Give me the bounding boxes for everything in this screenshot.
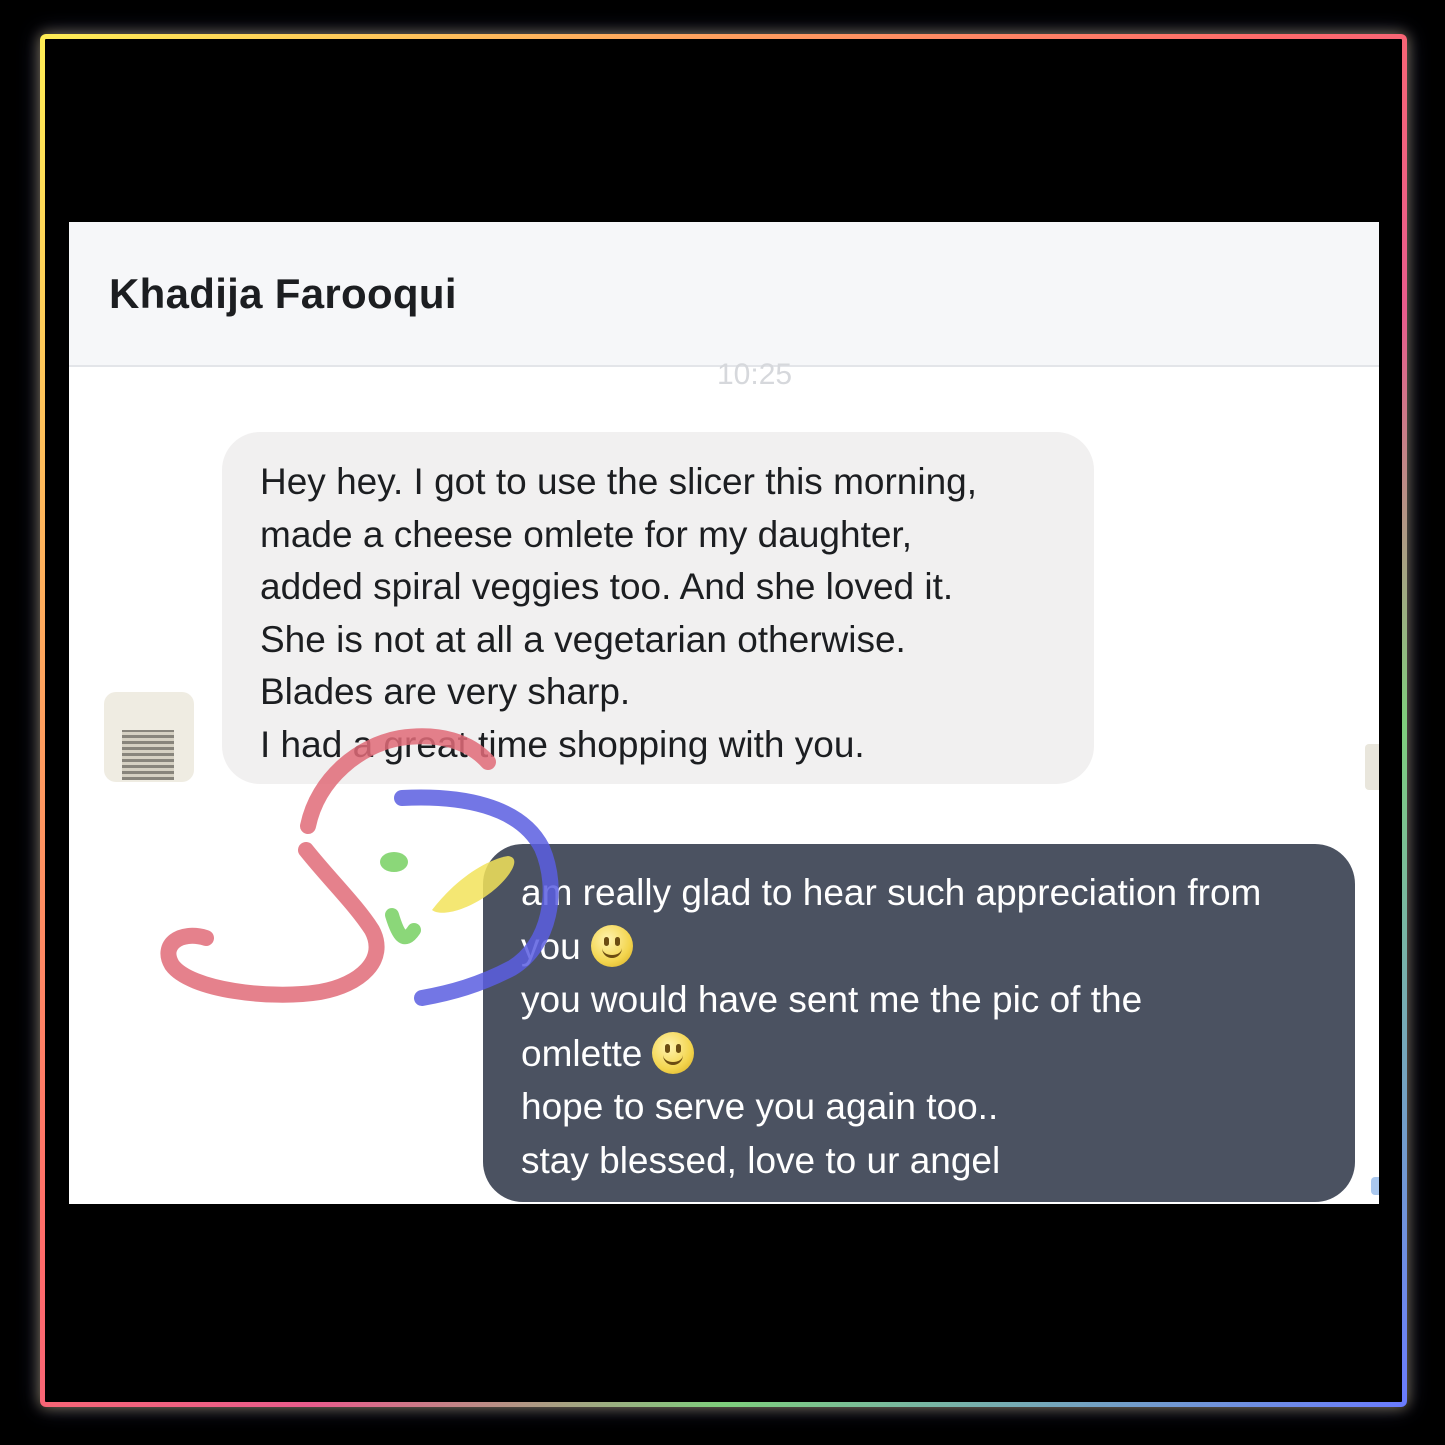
incoming-message-bubble[interactable]: Hey hey. I got to use the slicer this mo… <box>222 432 1094 784</box>
outgoing-line: omlette <box>521 1027 1335 1081</box>
smiley-emoji-icon <box>590 924 633 967</box>
contact-name[interactable]: Khadija Farooqui <box>109 270 457 318</box>
incoming-line: made a cheese omlete for my daughter, <box>260 513 912 555</box>
outgoing-line-text: omlette <box>521 1032 643 1074</box>
outgoing-line: hope to serve you again too.. <box>521 1086 999 1127</box>
outgoing-line-text: you <box>521 925 581 967</box>
cropped-avatar-edge <box>1365 744 1379 790</box>
incoming-line: She is not at all a vegetarian otherwise… <box>260 618 906 660</box>
avatar-image <box>122 730 174 780</box>
outgoing-line: you would have sent me the pic of the <box>521 979 1143 1020</box>
incoming-line: I had a great time shopping with you. <box>260 723 865 765</box>
smiley-mouth <box>663 1052 684 1065</box>
incoming-line: added spiral veggies too. And she loved … <box>260 566 954 607</box>
incoming-line: Hey hey. I got to use the slicer this mo… <box>260 461 978 502</box>
message-timestamp: 10:25 <box>717 358 793 391</box>
chat-screenshot: Khadija Farooqui 10:25 Hey hey. I got to… <box>69 222 1379 1204</box>
incoming-line: Blades are very sharp. <box>260 671 631 712</box>
read-receipt-icon <box>1371 1177 1379 1195</box>
smiley-mouth <box>601 945 622 958</box>
contact-avatar[interactable] <box>104 692 194 782</box>
smiley-emoji-icon <box>652 1031 695 1074</box>
outgoing-message-bubble[interactable]: am really glad to hear such appreciation… <box>483 844 1355 1202</box>
outgoing-line: am really glad to hear such appreciation… <box>521 872 1262 913</box>
chat-header: Khadija Farooqui <box>69 222 1379 367</box>
outgoing-line: stay blessed, love to ur angel <box>521 1139 1001 1181</box>
outgoing-line: you <box>521 920 1335 974</box>
